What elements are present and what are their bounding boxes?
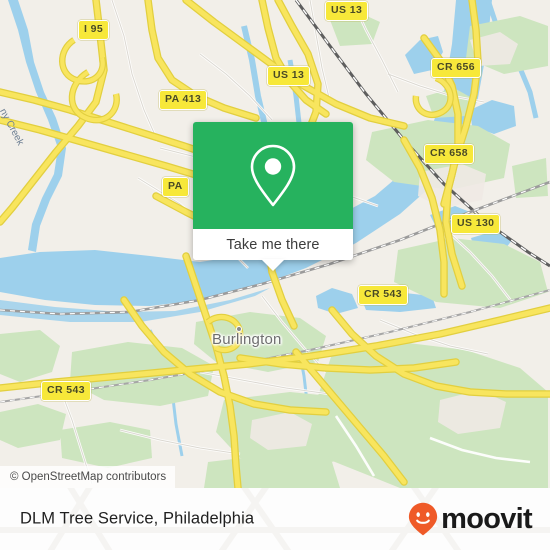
callout-icon-area [193, 122, 353, 229]
location-callout-card[interactable]: Take me there [193, 122, 353, 271]
take-me-there-button[interactable]: Take me there [226, 237, 319, 253]
road-shield-cr656: CR 656 [431, 58, 482, 78]
road-shield-pa: PA [162, 177, 189, 197]
map-canvas[interactable]: Burlington ny Creek I 95 US 13 US 13 CR … [0, 0, 550, 488]
road-shield-pa413: PA 413 [159, 90, 208, 110]
road-shield-cr543-east: CR 543 [358, 285, 409, 305]
road-shield-us13-mid: US 13 [267, 66, 311, 86]
page-title: DLM Tree Service, Philadelphia [20, 509, 255, 528]
moovit-logo[interactable]: moovit [408, 502, 533, 536]
footer-bar: DLM Tree Service, Philadelphia moovit [0, 488, 550, 550]
road-shield-us13-north: US 13 [325, 1, 369, 21]
road-shield-i95: I 95 [78, 20, 110, 40]
map-pin-icon [250, 144, 296, 206]
moovit-wordmark: moovit [441, 502, 533, 535]
road-shield-us130: US 130 [451, 214, 501, 234]
road-shield-cr543-west: CR 543 [41, 381, 92, 401]
moovit-smiley-pin-icon [409, 502, 438, 536]
road-shield-cr658: CR 658 [424, 144, 475, 164]
osm-attribution-text: © OpenStreetMap contributors [10, 471, 167, 483]
moovit-map-screenshot: Burlington ny Creek I 95 US 13 US 13 CR … [0, 0, 550, 550]
place-label-burlington: Burlington [212, 331, 282, 348]
callout-tail [261, 259, 285, 271]
osm-attribution[interactable]: © OpenStreetMap contributors [0, 466, 176, 488]
callout-action-area[interactable]: Take me there [193, 229, 353, 271]
